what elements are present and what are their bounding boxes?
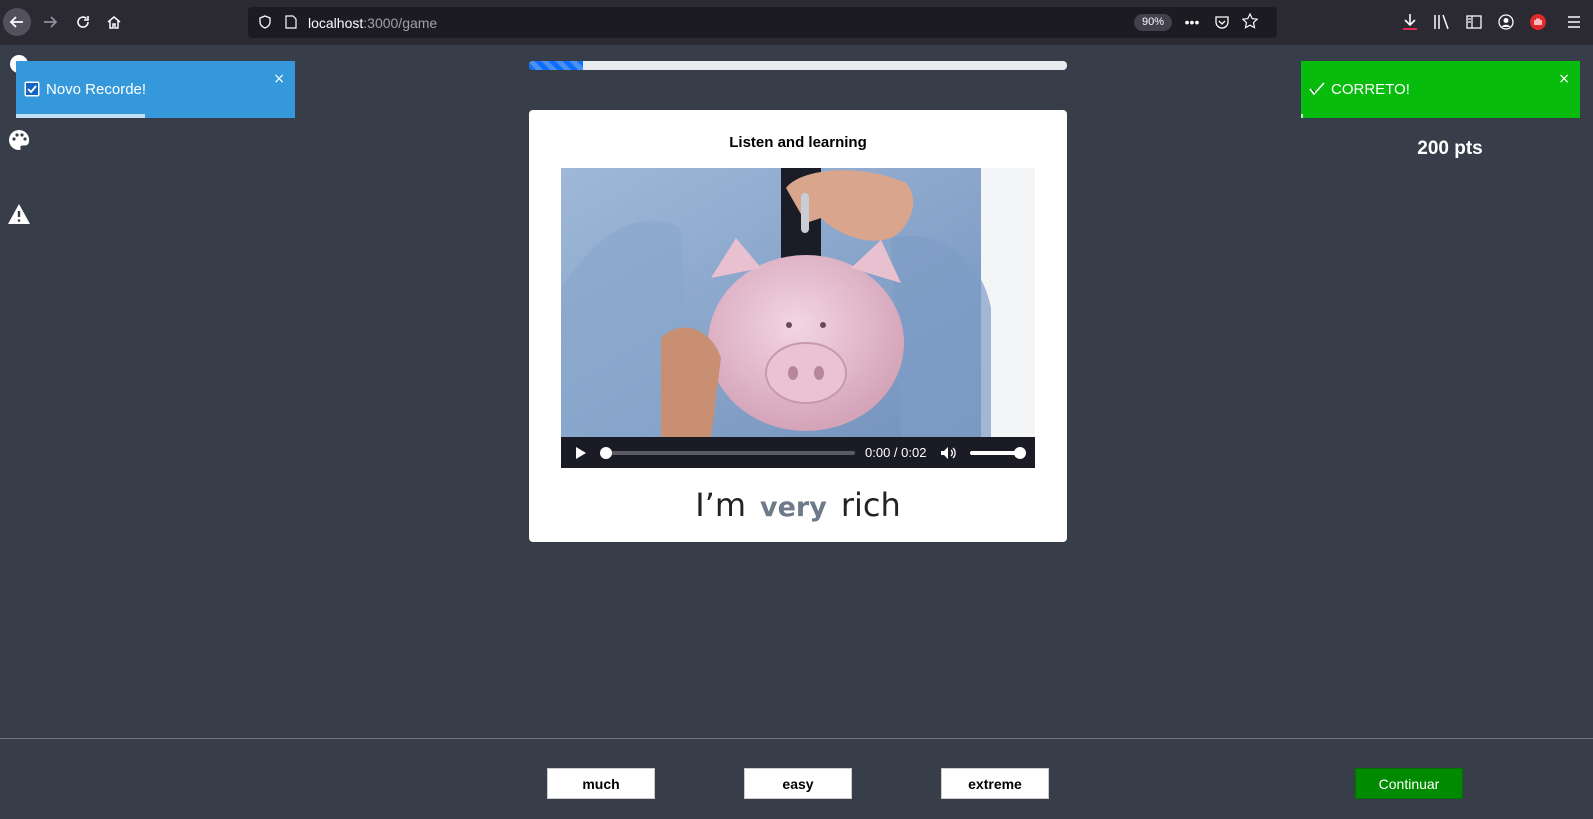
score-display: 200 pts [1417, 138, 1483, 159]
video-seek-bar[interactable] [600, 446, 855, 459]
home-button[interactable] [100, 8, 128, 36]
record-toast-close-button[interactable]: × [273, 71, 285, 87]
url-text: localhost:3000/game [308, 15, 437, 31]
video-frame-image [561, 168, 1035, 437]
record-toast[interactable]: Novo Recorde! × [16, 61, 295, 118]
bookmark-star-icon[interactable] [1242, 13, 1258, 29]
reload-icon [77, 16, 89, 28]
check-icon [1309, 81, 1325, 97]
url-host: localhost [308, 15, 364, 31]
play-icon[interactable] [575, 446, 589, 460]
address-bar[interactable]: localhost:3000/game 90% ••• [248, 7, 1277, 38]
checkbox-icon [24, 81, 40, 97]
card-title: Listen and learning [729, 134, 867, 151]
home-icon [107, 16, 121, 29]
record-toast-text: Novo Recorde! [46, 81, 147, 98]
game-progress-fill [529, 61, 583, 70]
warning-icon[interactable] [7, 202, 31, 226]
sentence-after: rich [840, 486, 901, 524]
forward-arrow-icon [44, 16, 58, 28]
url-path: :3000/game [363, 15, 438, 31]
sidebar-icon[interactable] [1465, 13, 1483, 31]
sentence: I’m very rich [529, 486, 1067, 524]
pocket-icon[interactable] [1214, 14, 1230, 30]
back-arrow-icon [9, 16, 23, 28]
zoom-level[interactable]: 90% [1134, 14, 1173, 31]
video-time: 0:00 / 0:02 [865, 445, 927, 460]
option-button-much[interactable]: much [547, 768, 655, 799]
correct-toast-timer [1301, 114, 1303, 118]
sentence-before: I’m [695, 486, 747, 524]
seek-handle[interactable] [600, 446, 612, 459]
continue-button[interactable]: Continuar [1355, 768, 1463, 799]
reload-button[interactable] [69, 8, 97, 36]
volume-handle[interactable] [1014, 446, 1027, 459]
browser-toolbar: localhost:3000/game 90% ••• [0, 0, 1593, 45]
download-icon[interactable] [1401, 13, 1419, 31]
video-player[interactable]: 0:00 / 0:02 [561, 168, 1035, 468]
question-card: Listen and learning 0:00 / 0:02 I’m very… [529, 110, 1067, 542]
footer-divider [0, 738, 1593, 739]
video-controls: 0:00 / 0:02 [561, 437, 1035, 468]
account-icon[interactable] [1497, 13, 1515, 31]
record-toast-timer [16, 114, 145, 118]
forward-button[interactable] [36, 8, 64, 36]
volume-slider[interactable] [970, 446, 1027, 459]
extension-block-icon[interactable] [1529, 13, 1547, 31]
shield-icon[interactable] [258, 15, 272, 29]
library-icon[interactable] [1433, 13, 1451, 31]
correct-toast[interactable]: CORRETO! × [1301, 61, 1580, 118]
volume-icon[interactable] [940, 445, 957, 461]
back-button[interactable] [3, 8, 31, 36]
menu-icon[interactable] [1565, 13, 1583, 31]
game-progress-bar [529, 61, 1067, 70]
option-button-extreme[interactable]: extreme [941, 768, 1049, 799]
page-icon [284, 15, 298, 29]
option-button-easy[interactable]: easy [744, 768, 852, 799]
sentence-answer: very [760, 492, 827, 523]
correct-toast-close-button[interactable]: × [1558, 71, 1570, 87]
palette-icon[interactable] [7, 128, 31, 152]
more-icon[interactable]: ••• [1184, 14, 1200, 30]
correct-toast-text: CORRETO! [1331, 81, 1410, 98]
